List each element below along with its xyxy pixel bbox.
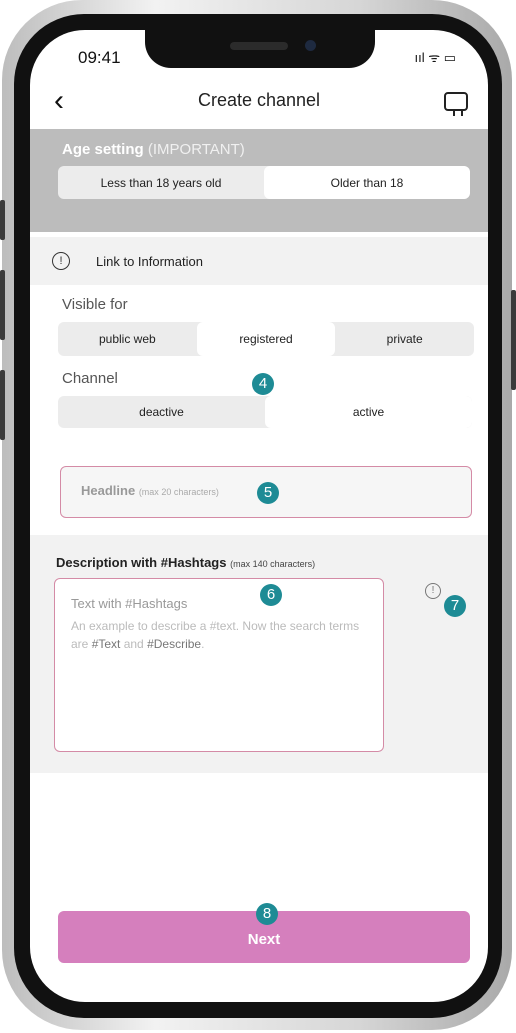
visible-for-label: Visible for	[62, 296, 128, 313]
headline-hint: (max 20 characters)	[138, 487, 219, 497]
description-tag-describe: #Describe	[147, 637, 202, 651]
step-badge-8: 8	[256, 903, 278, 925]
age-setting-label: Age setting	[62, 141, 144, 158]
age-option-under-18[interactable]: Less than 18 years old	[58, 166, 264, 199]
step-badge-7: 7	[444, 595, 466, 617]
step-badge-6: 6	[260, 584, 282, 606]
description-placeholder-body: An example to describe a #text. Now the …	[71, 617, 371, 653]
headline-placeholder-text: Headline	[81, 483, 136, 498]
status-time: 09:41	[78, 48, 121, 67]
page-title: Create channel	[197, 90, 321, 110]
age-segmented-control: Less than 18 years old Older than 18	[58, 166, 470, 199]
camera	[305, 40, 316, 51]
age-setting-note: (IMPORTANT)	[147, 141, 245, 158]
age-option-over-18[interactable]: Older than 18	[264, 166, 470, 199]
power-button	[511, 290, 516, 390]
headline-placeholder: Headline (max 20 characters)	[81, 483, 219, 498]
mute-switch	[0, 200, 5, 240]
age-setting-section: Age setting (IMPORTANT) Less than 18 yea…	[30, 129, 488, 232]
notch	[145, 30, 375, 68]
visibility-option-public[interactable]: public web	[58, 322, 197, 356]
description-period: .	[201, 637, 205, 651]
visibility-segmented-control: public web registered private	[58, 322, 474, 356]
volume-down-button	[0, 370, 5, 440]
description-tag-text: #Text	[91, 637, 121, 651]
step-badge-5: 5	[257, 482, 279, 504]
description-label: Description with #Hashtags (max 140 char…	[56, 555, 315, 570]
description-label-text: Description with #Hashtags	[56, 555, 227, 570]
speaker	[230, 42, 288, 50]
visibility-option-private[interactable]: private	[335, 322, 474, 356]
description-and: and	[120, 637, 148, 651]
channel-label: Channel	[62, 370, 118, 387]
description-placeholder-title: Text with #Hashtags	[71, 596, 188, 611]
hashtag-info-icon[interactable]: !	[425, 583, 441, 599]
channel-option-active[interactable]: active	[265, 396, 472, 428]
age-setting-title: Age setting (IMPORTANT)	[62, 141, 245, 158]
app-screen: 09:41 ııl ᯤ ▭ ‹ Create channel Age setti…	[30, 30, 488, 1002]
info-link-row[interactable]: ! Link to Information	[30, 237, 488, 285]
channel-option-deactive[interactable]: deactive	[58, 396, 265, 428]
channel-segmented-control: deactive active	[58, 396, 472, 428]
visibility-option-registered[interactable]: registered	[196, 322, 336, 356]
description-section: Description with #Hashtags (max 140 char…	[30, 535, 488, 773]
volume-up-button	[0, 270, 5, 340]
info-icon: !	[52, 252, 70, 270]
description-hint: (max 140 characters)	[230, 559, 316, 569]
status-icons: ııl ᯤ ▭	[414, 50, 457, 65]
info-link-label[interactable]: Link to Information	[96, 254, 203, 269]
description-textarea[interactable]: Text with #Hashtags An example to descri…	[54, 578, 384, 752]
step-badge-4: 4	[252, 373, 274, 395]
monitor-icon[interactable]	[444, 92, 468, 116]
